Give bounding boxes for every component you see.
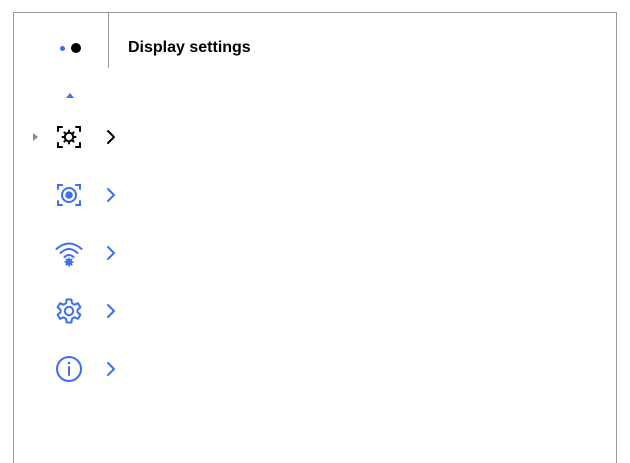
menu-item-info[interactable] xyxy=(14,350,144,390)
page-title: Display settings xyxy=(128,39,251,56)
page-dot-active[interactable] xyxy=(71,43,81,53)
menu-item-settings[interactable] xyxy=(14,292,144,332)
chevron-right-icon xyxy=(107,130,115,144)
selection-pointer-icon xyxy=(33,133,38,141)
page-indicator xyxy=(60,41,81,55)
scroll-up-icon[interactable] xyxy=(66,93,74,98)
wifi-settings-icon xyxy=(55,242,83,267)
settings-panel: Display settings xyxy=(13,12,617,463)
chevron-right-icon xyxy=(107,362,115,376)
menu-item-wifi[interactable] xyxy=(14,234,144,274)
display-settings-icon xyxy=(57,126,81,148)
page-dot-inactive[interactable] xyxy=(60,45,65,51)
menu-item-display-settings[interactable] xyxy=(14,118,144,158)
capture-focus-icon xyxy=(57,184,81,206)
menu-item-capture[interactable] xyxy=(14,176,144,216)
info-icon xyxy=(56,356,82,382)
chevron-right-icon xyxy=(107,304,115,318)
gear-icon xyxy=(56,298,82,324)
chevron-right-icon xyxy=(107,246,115,260)
header-divider xyxy=(108,13,109,68)
chevron-right-icon xyxy=(107,188,115,202)
